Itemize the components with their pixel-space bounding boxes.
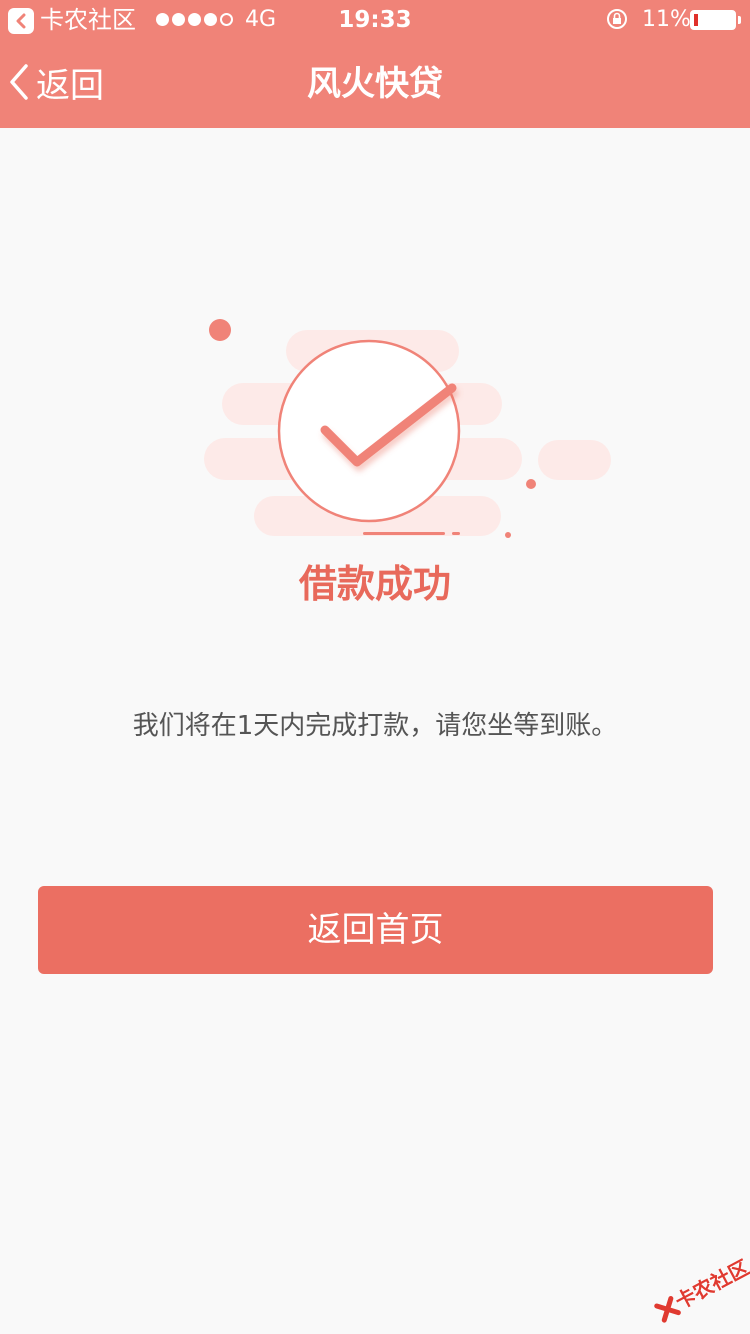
decor-dot-tiny — [505, 532, 511, 538]
battery-icon — [690, 10, 736, 30]
status-time: 19:33 — [338, 7, 412, 33]
watermark-text: 卡农社区 — [671, 1255, 750, 1314]
battery-nub — [738, 16, 741, 24]
page-title: 风火快贷 — [307, 64, 443, 104]
battery-level — [694, 14, 698, 26]
success-illustration — [204, 319, 611, 538]
app-header: 卡农社区 4G 19:33 11% 返回 风火快贷 — [0, 0, 750, 128]
watermark-logo: 卡农社区 — [638, 1234, 750, 1334]
decor-line-short — [452, 532, 460, 535]
decor-line — [363, 532, 445, 535]
decor-dot-large — [209, 319, 231, 341]
battery-percent: 11% — [642, 7, 691, 32]
orientation-lock-icon — [607, 9, 627, 29]
success-message: 我们将在1天内完成打款，请您坐等到账。 — [132, 711, 618, 741]
status-bar: 卡农社区 4G 19:33 11% — [0, 0, 750, 40]
check-circle-icon — [277, 339, 461, 523]
decor-dot-small — [526, 479, 536, 489]
success-title: 借款成功 — [298, 562, 451, 606]
return-home-button[interactable]: 返回首页 — [38, 886, 713, 974]
